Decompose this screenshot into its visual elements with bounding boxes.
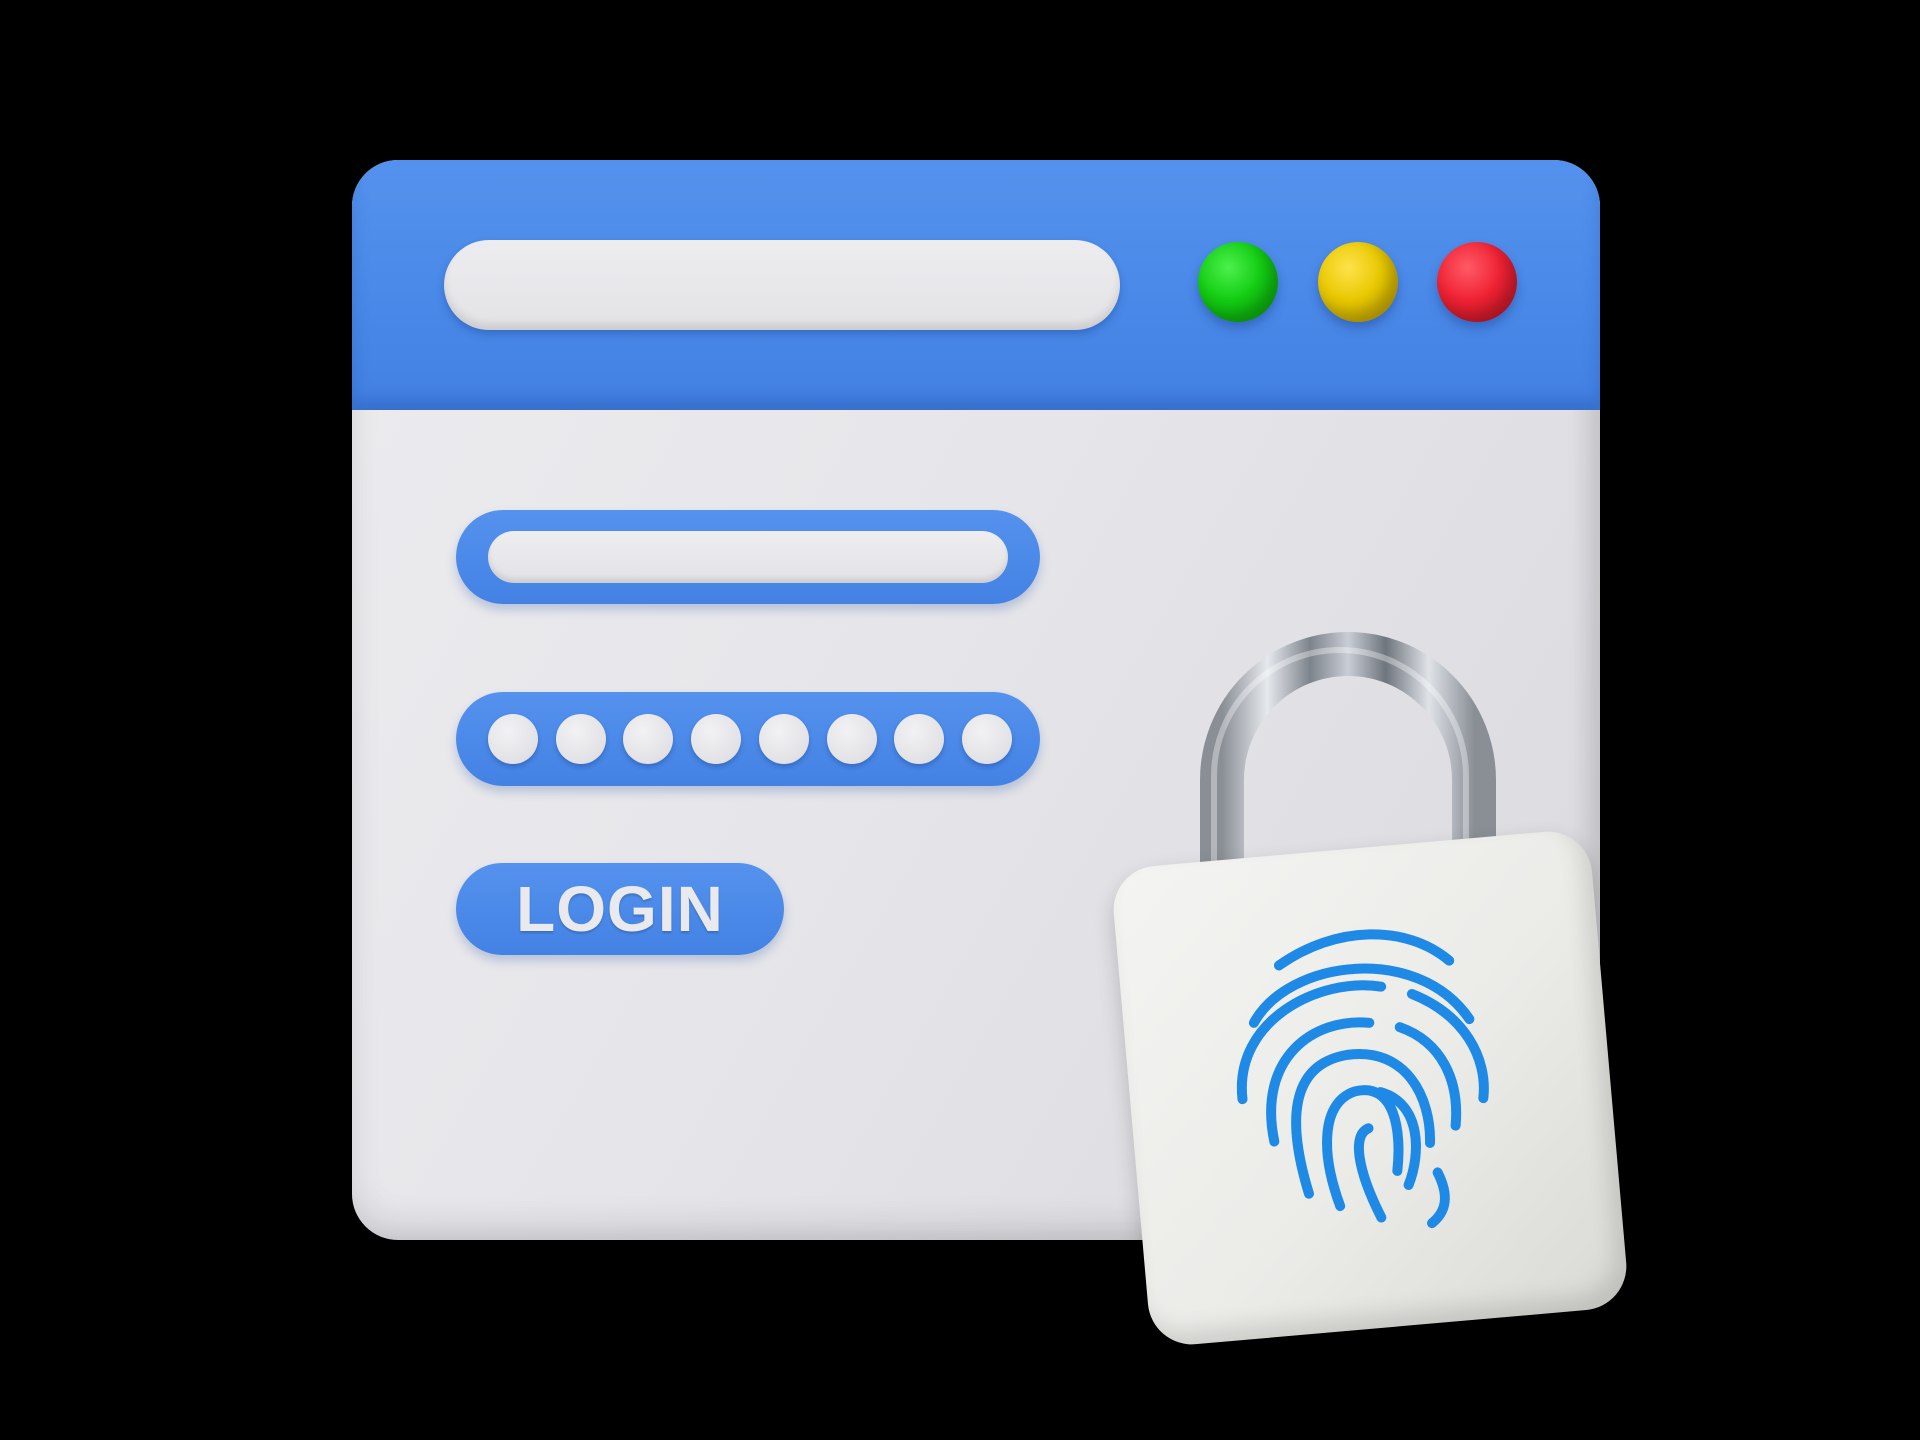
red-window-control-icon[interactable]	[1437, 242, 1517, 322]
password-mask-dot	[961, 714, 1012, 764]
password-mask-dot	[894, 714, 945, 764]
password-mask-dot	[691, 714, 742, 764]
green-window-control-icon[interactable]	[1198, 242, 1278, 322]
username-field	[456, 510, 1040, 604]
password-mask-dot	[488, 714, 538, 764]
padlock	[1109, 630, 1650, 1349]
login-button[interactable]: LOGIN	[456, 863, 784, 955]
padlock-body	[1109, 827, 1631, 1349]
title-bar	[352, 160, 1600, 410]
password-mask-dot	[623, 714, 674, 764]
fingerprint-icon	[1236, 929, 1489, 1229]
yellow-window-control-icon[interactable]	[1318, 242, 1398, 322]
password-mask	[488, 714, 1012, 764]
password-mask-dot	[826, 714, 877, 764]
address-bar[interactable]	[444, 240, 1120, 330]
password-mask-dot	[555, 714, 606, 764]
username-input[interactable]	[488, 531, 1008, 583]
password-field[interactable]	[456, 692, 1040, 786]
password-mask-dot	[758, 714, 809, 764]
